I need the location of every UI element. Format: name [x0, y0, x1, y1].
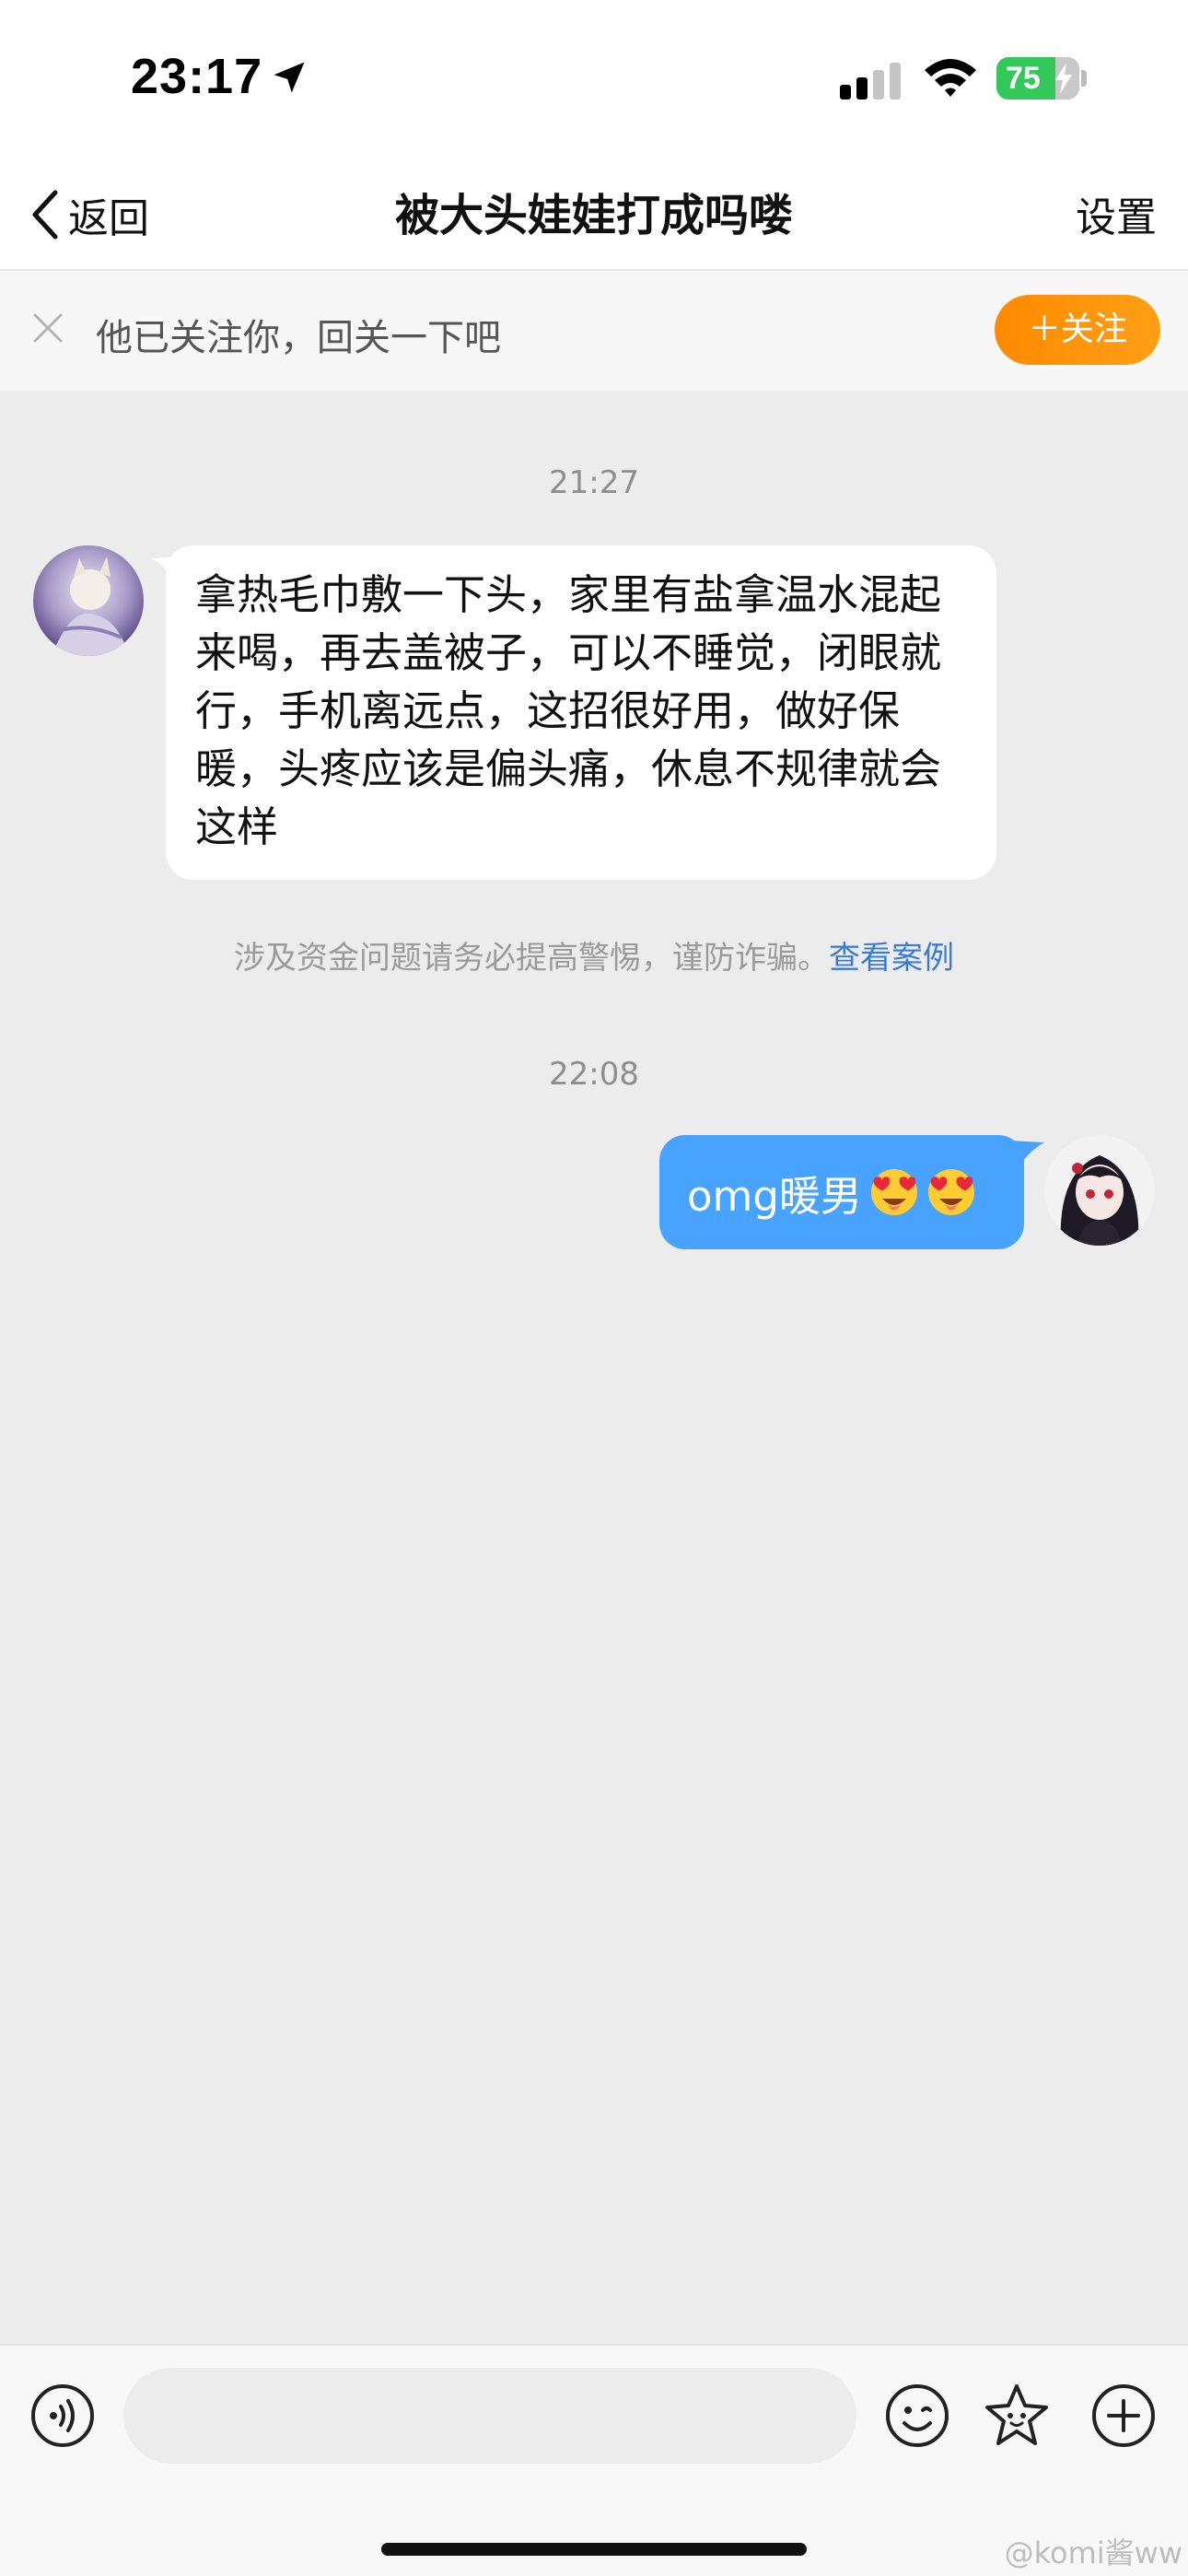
follow-banner-text: 他已关注你，回关一下吧 — [96, 317, 501, 359]
status-bar: 23:17 75 — [0, 0, 1188, 157]
add-icon[interactable] — [1090, 2383, 1157, 2449]
chevron-left-icon — [32, 190, 58, 240]
follow-banner: 他已关注你，回关一下吧 ＋关注 — [0, 271, 1188, 391]
message-input[interactable] — [123, 2368, 856, 2464]
outgoing-message-text: omg暖男 — [687, 1171, 862, 1221]
sticker-star-icon[interactable] — [982, 2381, 1052, 2451]
message-timestamp: 22:08 — [549, 1056, 639, 1093]
my-avatar[interactable] — [1044, 1135, 1155, 1246]
incoming-message-bubble[interactable]: 拿热毛巾敷一下头，家里有盐拿温水混起来喝，再去盖被子，可以不睡觉，闭眼就行，手机… — [166, 545, 996, 880]
emoji-icon[interactable] — [884, 2383, 950, 2449]
heart-eyes-emoji-icon — [927, 1169, 974, 1215]
location-arrow-icon — [274, 62, 305, 93]
wifi-icon — [925, 59, 976, 97]
chat-area[interactable]: 21:27 拿热毛巾敷一下头，家里有盐拿温水混起来喝，再去盖被子，可以不睡觉，闭… — [0, 391, 1188, 2344]
status-time: 23:17 — [131, 49, 263, 104]
watermark: @komi酱ww — [1004, 2535, 1182, 2570]
contact-avatar-image — [33, 545, 144, 656]
battery-level: 75 — [1006, 61, 1041, 96]
voice-input-icon[interactable] — [29, 2383, 96, 2449]
close-icon[interactable] — [28, 308, 68, 348]
view-cases-link[interactable]: 查看案例 — [829, 940, 954, 977]
follow-button[interactable]: ＋关注 — [995, 295, 1160, 365]
nav-bar: 返回 被大头娃娃打成吗喽 设置 — [0, 157, 1188, 271]
battery-indicator: 75 — [996, 57, 1079, 100]
my-avatar-image — [1044, 1135, 1155, 1246]
outgoing-message-bubble[interactable]: omg暖男 — [659, 1135, 1024, 1249]
back-button[interactable]: 返回 — [28, 182, 149, 247]
contact-avatar[interactable] — [33, 545, 144, 656]
input-bar: @komi酱ww — [0, 2344, 1188, 2576]
charging-bolt-icon — [1055, 63, 1072, 94]
home-indicator — [381, 2543, 807, 2556]
cellular-signal-icon — [840, 63, 901, 100]
chat-title: 被大头娃娃打成吗喽 — [394, 190, 793, 241]
message-timestamp: 21:27 — [549, 464, 639, 501]
fraud-warning: 涉及资金问题请务必提高警惕，谨防诈骗。查看案例 — [0, 932, 1188, 978]
back-label: 返回 — [68, 195, 149, 242]
heart-eyes-emoji-icon — [870, 1169, 917, 1215]
settings-button[interactable]: 设置 — [1076, 184, 1157, 243]
fraud-warning-text: 涉及资金问题请务必提高警惕，谨防诈骗。 — [234, 940, 829, 977]
battery-cap — [1081, 70, 1087, 87]
